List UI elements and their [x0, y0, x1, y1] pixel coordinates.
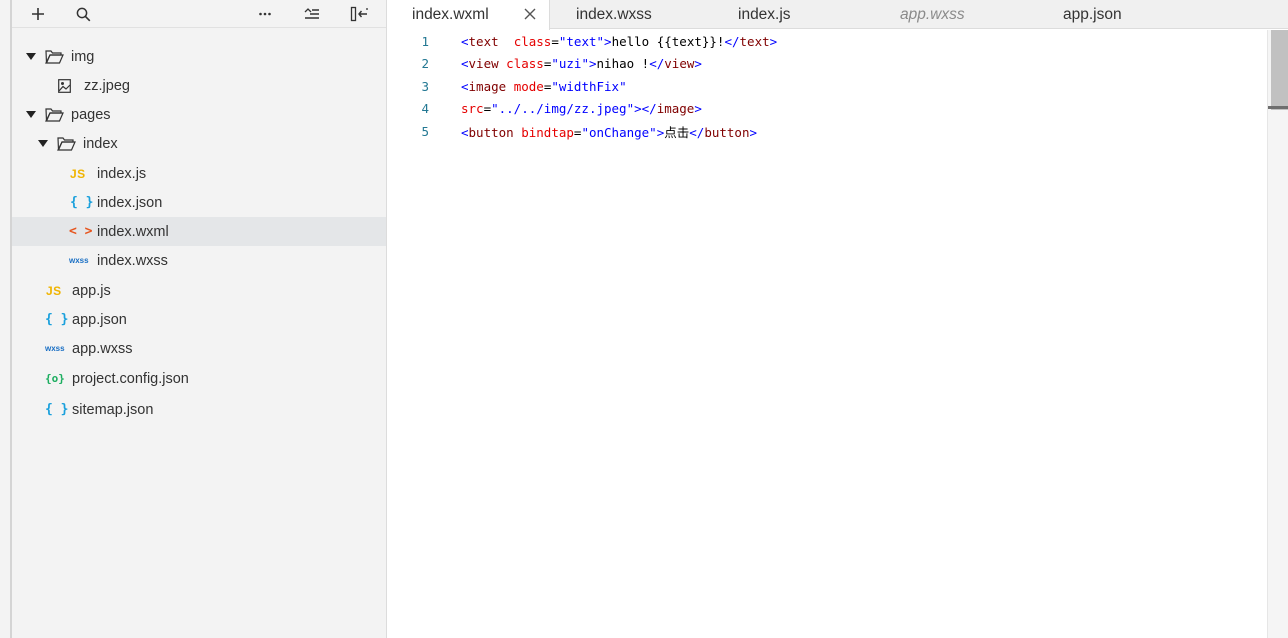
json-file-icon: { } [45, 402, 69, 417]
tab-label: index.js [738, 5, 791, 23]
json-file-icon: { } [45, 312, 69, 327]
line-number: 4 [421, 101, 429, 116]
tree-label: index.js [97, 165, 147, 182]
tab-app-wxss[interactable]: app.wxss [900, 0, 965, 29]
tree-folder-index[interactable]: index [12, 129, 386, 158]
collapse-all-icon[interactable] [301, 3, 323, 25]
tree-label: sitemap.json [72, 401, 154, 418]
tab-label: app.wxss [900, 5, 965, 23]
code-line[interactable]: 4 src="../../img/zz.jpeg"></image> [387, 98, 1267, 120]
tab-label: index.wxml [412, 6, 489, 23]
code-text: src="../../img/zz.jpeg"></image> [461, 101, 702, 116]
chevron-down-icon[interactable] [26, 52, 36, 62]
tree-label: app.wxss [72, 340, 133, 357]
search-icon[interactable] [72, 3, 94, 25]
tree-file-index-wxss[interactable]: wxss index.wxss [12, 246, 386, 275]
code-line[interactable]: 2 <view class="uzi">nihao !</view> [387, 53, 1267, 75]
tree-label: project.config.json [72, 370, 189, 387]
tree-folder-img[interactable]: img [12, 42, 386, 71]
tree-label: index.json [97, 194, 163, 211]
tree-file-app-wxss[interactable]: wxss app.wxss [12, 334, 386, 363]
scrollbar-cursor-marker [1268, 106, 1288, 109]
folder-open-icon [45, 107, 64, 123]
js-file-icon: JS [46, 283, 62, 298]
wxml-file-icon: < > [69, 224, 93, 239]
wxss-file-icon: wxss [45, 344, 65, 353]
image-file-icon [58, 78, 71, 94]
plus-icon[interactable] [27, 3, 49, 25]
tree-label: index.wxml [97, 223, 169, 240]
tab-index-wxss[interactable]: index.wxss [576, 0, 652, 29]
line-number: 2 [421, 56, 429, 71]
tree-label: img [71, 48, 95, 65]
code-line[interactable]: 1 <text class="text">hello {{text}}!</tex… [387, 30, 1267, 52]
chevron-down-icon[interactable] [26, 110, 36, 120]
tree-file-index-json[interactable]: { } index.json [12, 188, 386, 217]
tree-file-zz-jpeg[interactable]: zz.jpeg [12, 71, 386, 100]
close-icon[interactable] [523, 7, 537, 21]
tab-label: index.wxss [576, 5, 652, 23]
line-number: 5 [421, 123, 429, 139]
line-number: 1 [421, 33, 429, 49]
code-text: <image mode="widthFix" [461, 78, 627, 94]
folder-open-icon [45, 49, 64, 65]
tab-app-json[interactable]: app.json [1063, 0, 1122, 29]
tree-file-index-js[interactable]: JS index.js [12, 159, 386, 188]
tree-file-app-js[interactable]: JS app.js [12, 276, 386, 305]
tree-folder-pages[interactable]: pages [12, 100, 386, 129]
line-number: 3 [421, 78, 429, 94]
project-config-icon: {o} [45, 372, 65, 385]
tree-file-index-wxml[interactable]: < > index.wxml [12, 217, 386, 246]
code-editor[interactable]: 1 <text class="text">hello {{text}}!</tex… [387, 30, 1267, 638]
tab-index-js[interactable]: index.js [738, 0, 791, 29]
explorer-toolbar [12, 0, 386, 28]
activity-strip [0, 0, 12, 638]
editor-tab-bar: index.wxml index.wxss index.js app.wxss … [387, 0, 1288, 30]
wxss-file-icon: wxss [69, 256, 89, 265]
tab-label: app.json [1063, 5, 1122, 23]
tree-file-sitemap[interactable]: { } sitemap.json [12, 395, 386, 424]
code-line[interactable]: 3 <image mode="widthFix" [387, 75, 1267, 97]
code-text: <view class="uzi">nihao !</view> [461, 56, 702, 71]
tree-label: index [83, 135, 118, 152]
tree-label: app.json [72, 311, 127, 328]
tree-label: pages [71, 106, 111, 123]
chevron-down-icon[interactable] [38, 139, 48, 149]
code-line[interactable]: 5 <button bindtap="onChange">点击</button> [387, 120, 1267, 142]
tab-index-wxml[interactable]: index.wxml [387, 0, 550, 30]
folder-open-icon [57, 136, 76, 152]
scrollbar-thumb[interactable] [1271, 30, 1288, 110]
vertical-scrollbar[interactable] [1267, 30, 1288, 638]
tree-file-app-json[interactable]: { } app.json [12, 305, 386, 334]
tree-label: zz.jpeg [84, 77, 130, 94]
json-file-icon: { } [70, 195, 94, 210]
tree-label: app.js [72, 282, 111, 299]
hide-sidebar-icon[interactable] [348, 3, 370, 25]
code-text: <text class="text">hello {{text}}!</text… [461, 33, 778, 49]
file-explorer: img zz.jpeg pages index JS index.js {} … [12, 0, 387, 638]
code-text: <button bindtap="onChange">点击</button> [461, 124, 757, 140]
tree-label: index.wxss [97, 252, 168, 269]
tree-file-project-config[interactable]: {o} project.config.json [12, 364, 386, 393]
more-icon[interactable] [254, 3, 276, 25]
js-file-icon: JS [70, 166, 86, 181]
